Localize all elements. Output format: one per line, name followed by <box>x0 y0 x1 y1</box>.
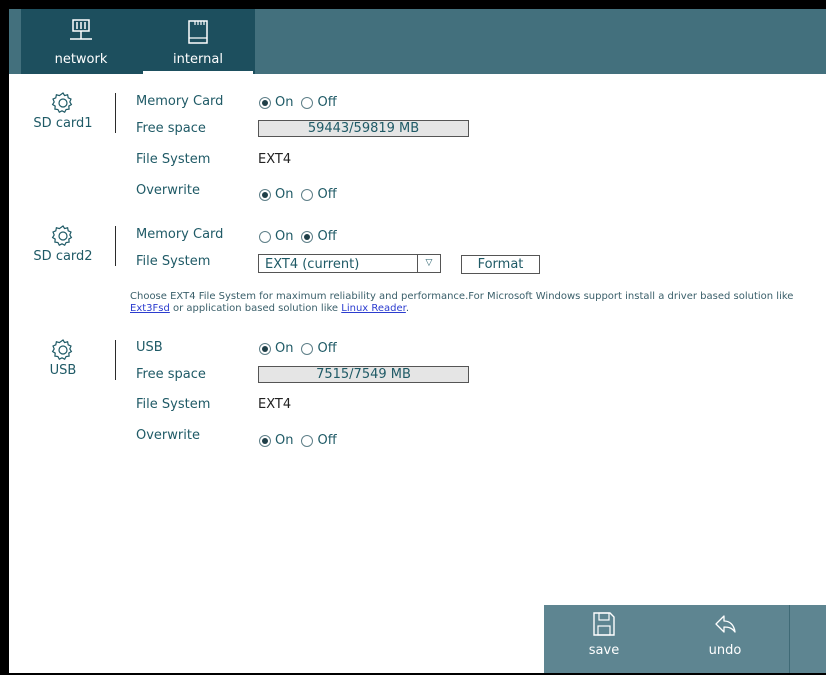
radio-on[interactable]: On <box>259 433 293 448</box>
radio-off-label: Off <box>317 341 337 356</box>
tab-internal[interactable]: internal <box>141 9 255 74</box>
sd-card2-memory-card-label: Memory Card <box>136 227 224 242</box>
undo-button[interactable]: undo <box>665 605 785 673</box>
gear-icon <box>51 225 73 247</box>
sd-card2-title: SD card2 <box>33 249 93 264</box>
radio-on[interactable]: On <box>259 341 293 356</box>
radio-off[interactable]: Off <box>301 433 337 448</box>
note-text: Choose EXT4 File System for maximum reli… <box>130 291 794 302</box>
tab-internal-label: internal <box>173 52 223 67</box>
usb-section-icon: USB <box>18 338 108 378</box>
gear-icon <box>51 92 73 114</box>
radio-off-label: Off <box>317 95 337 110</box>
save-label: save <box>588 643 620 658</box>
usb-free-space-label: Free space <box>136 367 206 382</box>
radio-on-label: On <box>275 95 294 110</box>
sd-card2-memory-card-radio: On Off <box>259 229 345 244</box>
radio-button-on[interactable] <box>259 230 271 243</box>
tab-network[interactable]: network <box>21 9 141 74</box>
radio-off[interactable]: Off <box>301 187 337 202</box>
radio-button-off[interactable] <box>301 434 314 447</box>
sd-card1-free-space-label: Free space <box>136 121 206 136</box>
radio-on-label: On <box>275 341 294 356</box>
undo-label: undo <box>708 643 742 658</box>
format-button[interactable]: Format <box>461 255 540 274</box>
divider <box>115 340 116 380</box>
network-icon <box>66 19 96 51</box>
screen: network internal SD card1 Memory Card On… <box>9 9 826 673</box>
radio-off[interactable]: Off <box>301 95 337 110</box>
divider <box>115 226 116 266</box>
usb-overwrite-radio: On Off <box>259 433 345 448</box>
radio-button-on[interactable] <box>259 342 271 355</box>
radio-off-label: Off <box>317 433 337 448</box>
radio-on-label: On <box>275 433 294 448</box>
sd-card1-overwrite-radio: On Off <box>259 187 345 202</box>
radio-off-label: Off <box>317 187 337 202</box>
radio-button-off[interactable] <box>301 230 314 243</box>
note-text: or application based solution like <box>169 303 342 314</box>
save-button[interactable]: save <box>544 605 664 673</box>
chevron-down-icon[interactable]: ▽ <box>417 254 440 273</box>
sd-card1-title: SD card1 <box>33 116 93 131</box>
usb-title: USB <box>49 363 77 378</box>
sd-card-icon <box>186 19 210 51</box>
file-system-select-value: EXT4 (current) <box>265 257 360 272</box>
ext3fsd-link[interactable]: Ext3Fsd <box>130 303 170 314</box>
sd-card1-memory-card-radio: On Off <box>259 95 345 110</box>
radio-button-on[interactable] <box>259 96 271 109</box>
sd-card2-section-icon: SD card2 <box>18 224 108 264</box>
radio-button-on[interactable] <box>259 188 271 201</box>
usb-overwrite-label: Overwrite <box>136 428 200 443</box>
usb-radio: On Off <box>259 341 345 356</box>
divider <box>115 93 116 133</box>
undo-icon <box>712 610 738 644</box>
file-system-select[interactable]: EXT4 (current) ▽ <box>258 254 441 273</box>
radio-off[interactable]: Off <box>301 229 337 244</box>
sd-card2-file-system-label: File System <box>136 254 211 269</box>
linux-reader-link[interactable]: Linux Reader <box>341 303 406 314</box>
radio-button-off[interactable] <box>301 342 314 355</box>
radio-button-off[interactable] <box>301 188 314 201</box>
usb-file-system-value: EXT4 <box>258 397 292 412</box>
radio-on[interactable]: On <box>259 229 293 244</box>
sd-card1-free-space-bar: 59443/59819 MB <box>258 120 469 137</box>
note-text: . <box>405 303 410 314</box>
tab-network-label: network <box>54 52 108 67</box>
sd-card1-section-icon: SD card1 <box>18 91 108 131</box>
sd-card1-overwrite-label: Overwrite <box>136 183 200 198</box>
sd-card1-file-system-value: EXT4 <box>258 152 292 167</box>
sd-card1-file-system-label: File System <box>136 152 211 167</box>
top-bar: network internal <box>9 9 826 74</box>
usb-free-space-bar: 7515/7549 MB <box>258 366 469 383</box>
save-icon <box>591 610 617 644</box>
radio-on-label: On <box>275 187 294 202</box>
radio-on-label: On <box>275 229 294 244</box>
radio-button-off[interactable] <box>301 96 314 109</box>
sd-card1-memory-card-label: Memory Card <box>136 94 224 109</box>
radio-off-label: Off <box>317 229 337 244</box>
usb-file-system-label: File System <box>136 397 211 412</box>
radio-on[interactable]: On <box>259 187 293 202</box>
file-system-note: Choose EXT4 File System for maximum reli… <box>130 291 820 315</box>
usb-label: USB <box>136 340 163 355</box>
bottom-bar: save undo <box>544 605 826 673</box>
gear-icon <box>51 339 73 361</box>
radio-button-on[interactable] <box>259 434 271 447</box>
radio-on[interactable]: On <box>259 95 293 110</box>
divider <box>789 605 790 673</box>
radio-off[interactable]: Off <box>301 341 337 356</box>
